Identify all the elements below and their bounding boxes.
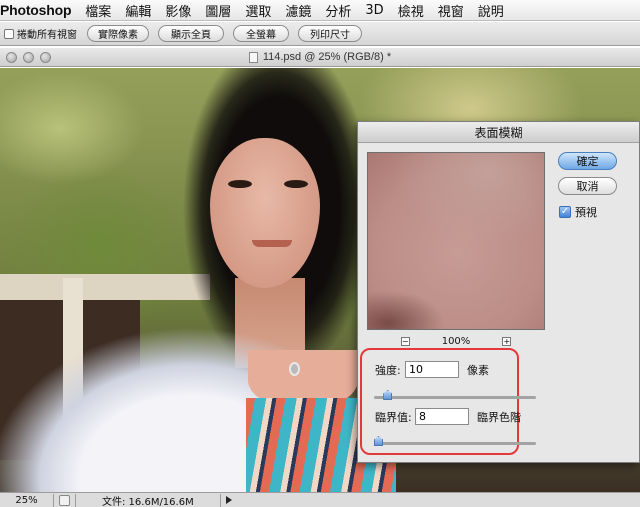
radius-row: 強度: 像素	[375, 361, 489, 378]
zoom-field[interactable]: 25%	[0, 493, 54, 507]
document-icon	[248, 51, 258, 63]
menu-window[interactable]: 視窗	[438, 1, 464, 20]
fill-screen-button[interactable]: 全螢幕	[233, 25, 289, 42]
print-size-button[interactable]: 列印尺寸	[298, 25, 362, 42]
menu-bar: Photoshop 檔案 編輯 影像 圖層 選取 濾鏡 分析 3D 檢視 視窗 …	[0, 0, 640, 21]
threshold-input[interactable]	[415, 408, 469, 425]
menu-filter[interactable]: 濾鏡	[285, 1, 311, 20]
surface-blur-dialog: 表面模糊 − 100% + 確定 取消 ✓ 預視 強度: 像素 臨界值: 臨界色…	[357, 121, 640, 463]
minimize-window-icon[interactable]	[23, 52, 34, 63]
zoom-in-icon[interactable]: +	[502, 336, 512, 346]
photo-mouth	[252, 240, 292, 247]
scroll-all-windows-label: 捲動所有視窗	[17, 30, 77, 41]
menu-analysis[interactable]: 分析	[325, 1, 351, 20]
menu-help[interactable]: 說明	[478, 1, 504, 20]
zoom-value: 25%	[15, 494, 38, 506]
checkmark-icon[interactable]: ✓	[559, 206, 571, 218]
preview-label: 預視	[575, 206, 597, 219]
scroll-all-windows-checkbox[interactable]: 捲動所有視窗	[4, 26, 77, 41]
menu-select[interactable]: 選取	[245, 1, 271, 20]
document-title-bar: 114.psd @ 25% (RGB/8) *	[0, 48, 640, 67]
actual-pixels-button[interactable]: 實際像素	[87, 25, 149, 42]
cancel-button[interactable]: 取消	[558, 177, 617, 195]
photo-pendant	[289, 362, 300, 376]
app-name[interactable]: Photoshop	[0, 2, 71, 18]
radius-slider[interactable]	[374, 390, 536, 400]
status-bar: 25% 文件: 16.6M/16.6M	[0, 492, 640, 507]
menu-3d[interactable]: 3D	[365, 3, 383, 18]
filter-preview[interactable]	[367, 152, 545, 330]
photo-right-eye	[284, 180, 308, 188]
preview-zoom-level: 100%	[441, 335, 471, 347]
menu-layer[interactable]: 圖層	[205, 1, 231, 20]
ok-button[interactable]: 確定	[558, 152, 617, 170]
document-info: 文件: 16.6M/16.6M	[75, 493, 221, 507]
zoom-window-icon[interactable]	[40, 52, 51, 63]
threshold-unit: 臨界色階	[477, 410, 521, 424]
radius-input[interactable]	[405, 361, 459, 378]
options-bar: 捲動所有視窗 實際像素 顯示全頁 全螢幕 列印尺寸	[0, 22, 640, 46]
document-size: 文件: 16.6M/16.6M	[102, 496, 194, 507]
close-window-icon[interactable]	[6, 52, 17, 63]
checkbox-box[interactable]	[4, 28, 14, 39]
menu-image[interactable]: 影像	[165, 1, 191, 20]
threshold-row: 臨界值: 臨界色階	[375, 408, 521, 425]
fit-screen-button[interactable]: 顯示全頁	[158, 25, 224, 42]
status-export-icon[interactable]	[59, 494, 70, 506]
radius-label: 強度:	[375, 363, 401, 377]
document-title: 114.psd @ 25% (RGB/8) *	[262, 51, 392, 63]
photo-left-eye	[228, 180, 252, 188]
menu-view[interactable]: 檢視	[398, 1, 424, 20]
dialog-title: 表面模糊	[474, 125, 523, 140]
zoom-out-icon[interactable]: −	[400, 336, 410, 346]
preview-checkbox[interactable]: ✓ 預視	[559, 204, 597, 220]
menu-file[interactable]: 檔案	[85, 1, 111, 20]
status-menu-arrow-icon[interactable]	[226, 496, 232, 504]
radius-unit: 像素	[467, 363, 489, 377]
threshold-label: 臨界值:	[375, 410, 412, 424]
threshold-slider[interactable]	[374, 436, 536, 446]
dialog-title-bar[interactable]: 表面模糊	[358, 122, 639, 143]
photo-fence-rail	[0, 274, 210, 300]
menu-edit[interactable]: 編輯	[125, 1, 151, 20]
preview-zoom-row: − 100% +	[367, 334, 545, 348]
